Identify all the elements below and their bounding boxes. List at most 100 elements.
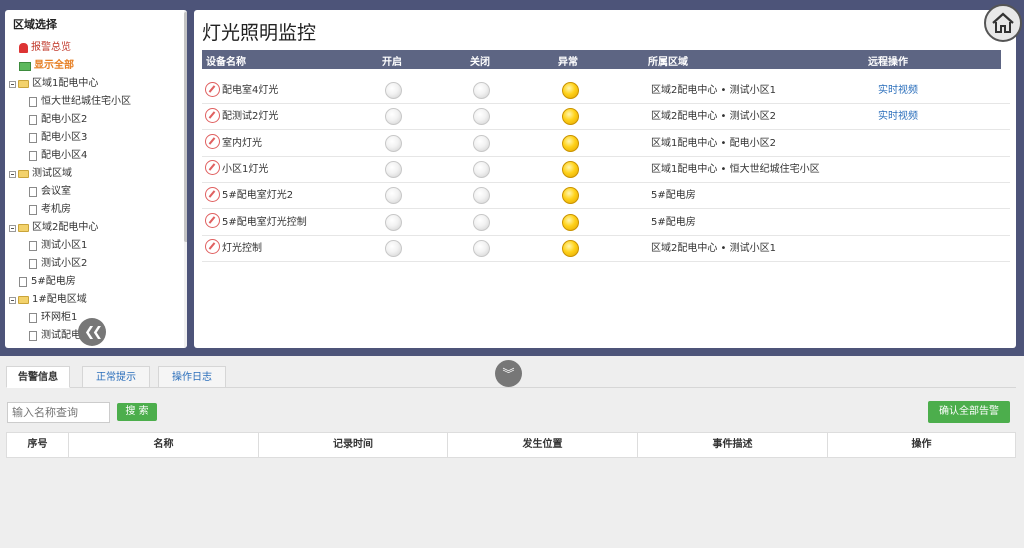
col-name: 名称 <box>69 433 259 457</box>
table-row[interactable]: 灯光控制 区域2配电中心 • 测试小区1 <box>202 236 1010 262</box>
tree-item-label: 显示全部 <box>34 60 74 71</box>
status-lamp-on-icon <box>385 82 402 99</box>
light-device-icon <box>205 81 220 97</box>
status-lamp-abnormal-icon <box>562 187 579 205</box>
document-icon <box>29 151 37 161</box>
tree-item-label: 会议室 <box>41 186 71 197</box>
table-row[interactable]: 5#配电室灯光控制 5#配电房 <box>202 210 1010 236</box>
tree-item-exam-room[interactable]: 考机房 <box>29 202 71 218</box>
tree-item-area1[interactable]: 区域1配电中心 <box>9 76 98 92</box>
tree-item-district4[interactable]: 配电小区4 <box>29 148 87 164</box>
live-video-link[interactable]: 实时视频 <box>878 78 918 104</box>
double-chevron-left-icon[interactable]: ❮❮ <box>78 318 106 346</box>
area-cell: 区域2配电中心 • 测试小区2 <box>651 111 776 123</box>
tree-item-ring-cabinet[interactable]: 环网柜1 <box>29 310 77 326</box>
expand-toggle-icon[interactable] <box>9 296 16 304</box>
status-lamp-on-icon <box>385 213 402 231</box>
tree-item-area-1-power[interactable]: 1#配电区域 <box>9 292 87 308</box>
status-lamp-on-icon <box>385 239 402 257</box>
col-index: 序号 <box>7 433 69 457</box>
tab-normal-notice[interactable]: 正常提示 <box>82 366 150 388</box>
tree-item-area2[interactable]: 区域2配电中心 <box>9 220 98 236</box>
status-lamp-off-icon <box>473 82 490 99</box>
device-name: 小区1灯光 <box>222 163 269 175</box>
tab-operation-log[interactable]: 操作日志 <box>158 366 226 388</box>
col-device-name: 设备名称 <box>206 57 246 68</box>
tree-item-test-area[interactable]: 测试区域 <box>9 166 72 182</box>
status-lamp-off-icon <box>473 160 490 178</box>
table-row[interactable]: 5#配电室灯光2 5#配电房 <box>202 183 1010 210</box>
tree-item-test-district2[interactable]: 测试小区2 <box>29 256 87 272</box>
status-lamp-on-icon <box>385 160 402 178</box>
tree-item-meeting-room[interactable]: 会议室 <box>29 184 71 200</box>
document-icon <box>29 205 37 215</box>
status-lamp-abnormal-icon <box>562 160 579 178</box>
status-lamp-abnormal-icon <box>562 213 579 231</box>
table-row[interactable]: 室内灯光 区域1配电中心 • 配电小区2 <box>202 131 1010 157</box>
tree-item-label: 1#配电区域 <box>32 294 87 305</box>
status-lamp-on-icon <box>385 187 402 205</box>
tree-item-label: 配电小区4 <box>41 150 88 161</box>
tree-item-label: 测试小区2 <box>41 258 88 269</box>
device-name-cell: 配电室4灯光 <box>205 78 278 104</box>
device-name: 灯光控制 <box>222 242 262 254</box>
light-device-icon <box>205 160 220 176</box>
table-row[interactable]: 配测试2灯光 区域2配电中心 • 测试小区2 实时视频 <box>202 104 1010 131</box>
tree-item-label: 恒大世纪城住宅小区 <box>41 96 131 107</box>
col-record-time: 记录时间 <box>259 433 448 457</box>
area-cell: 5#配电房 <box>651 190 696 202</box>
tree-item-room5[interactable]: 5#配电房 <box>19 274 76 290</box>
tab-alarm-info[interactable]: 告警信息 <box>6 366 70 388</box>
status-lamp-abnormal-icon <box>562 134 579 152</box>
area-cell: 5#配电房 <box>651 216 696 228</box>
col-area: 所属区域 <box>648 57 688 68</box>
tree-item-district2[interactable]: 配电小区2 <box>29 112 87 128</box>
tree-item-alarm-overview[interactable]: 报警总览 <box>19 40 71 56</box>
tree-item-label: 区域2配电中心 <box>32 222 99 233</box>
status-lamp-abnormal-icon <box>562 239 579 257</box>
table-row[interactable]: 配电室4灯光 区域2配电中心 • 测试小区1 实时视频 <box>202 78 1010 104</box>
col-location: 发生位置 <box>448 433 638 457</box>
light-device-icon <box>205 134 220 150</box>
tree-item-district3[interactable]: 配电小区3 <box>29 130 87 146</box>
device-grid-header: 设备名称 开启 关闭 异常 所属区域 远程操作 <box>202 50 1001 69</box>
device-name-cell: 5#配电室灯光控制 <box>205 210 307 236</box>
tree-item-hengda[interactable]: 恒大世纪城住宅小区 <box>29 94 131 110</box>
expand-toggle-icon[interactable] <box>9 80 16 88</box>
tree-item-test-district1[interactable]: 测试小区1 <box>29 238 87 254</box>
tree-item-label: 测试区域 <box>32 168 72 179</box>
document-icon <box>29 187 37 197</box>
tree-scrollbar[interactable] <box>184 10 187 348</box>
document-icon <box>29 115 37 125</box>
alarm-icon <box>19 43 28 53</box>
live-video-link[interactable]: 实时视频 <box>878 104 918 130</box>
expand-toggle-icon[interactable] <box>9 170 16 178</box>
confirm-all-alarms-button[interactable]: 确认全部告警 <box>928 401 1010 423</box>
device-name: 室内灯光 <box>222 137 262 149</box>
col-remote-op: 远程操作 <box>868 57 908 68</box>
table-row[interactable]: 小区1灯光 区域1配电中心 • 恒大世纪城住宅小区 <box>202 157 1010 183</box>
status-lamp-on-icon <box>385 134 402 152</box>
expand-toggle-icon[interactable] <box>9 224 16 232</box>
document-icon <box>29 133 37 143</box>
status-lamp-off-icon <box>473 187 490 205</box>
home-icon[interactable] <box>984 4 1022 42</box>
col-off: 关闭 <box>470 57 490 68</box>
document-icon <box>29 241 37 251</box>
device-name: 配电室4灯光 <box>222 85 279 96</box>
device-name: 配测试2灯光 <box>222 111 279 123</box>
tree-scroll-thumb[interactable] <box>184 12 187 242</box>
tree-item-label: 配电小区3 <box>41 132 88 143</box>
tree-item-test-power[interactable]: 测试配电 <box>29 328 81 344</box>
search-button[interactable]: 搜 索 <box>117 403 157 421</box>
device-name-cell: 小区1灯光 <box>205 157 268 183</box>
double-chevron-down-icon[interactable]: ︾ <box>495 360 522 387</box>
document-icon <box>29 259 37 269</box>
document-icon <box>29 313 37 323</box>
tree-item-label: 考机房 <box>41 204 71 215</box>
search-input[interactable] <box>7 402 110 423</box>
tree-item-show-all[interactable]: 显示全部 <box>19 58 74 74</box>
area-cell: 区域1配电中心 • 配电小区2 <box>651 137 776 149</box>
tree-item-label: 配电小区2 <box>41 114 88 125</box>
status-lamp-off-icon <box>473 134 490 152</box>
